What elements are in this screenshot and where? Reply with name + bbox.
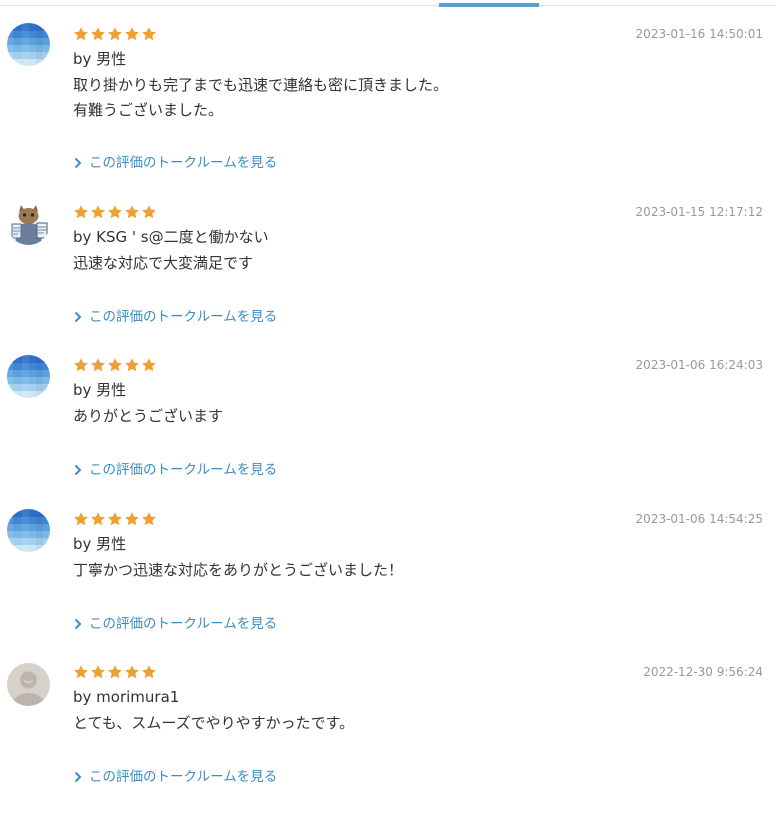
star-icon: [73, 204, 89, 220]
talkroom-link[interactable]: この評価のトークルームを見る: [73, 769, 277, 785]
chevron-right-icon: [73, 464, 83, 476]
review-comment: 取り掛かりも完了までも迅速で連絡も密に頂きました。 有難うございました。: [73, 76, 449, 119]
review-date: 2023-01-16 14:50:01: [635, 27, 763, 41]
review-comment: 迅速な対応で大変満足です: [73, 254, 254, 272]
review-comment: 丁寧かつ迅速な対応をありがとうございました！: [73, 561, 404, 579]
tab-divider: [0, 5, 776, 6]
review-item: 2023-01-06 14:54:25 by 男性 丁寧かつ迅速な対応をありがと…: [0, 511, 776, 661]
star-icon: [124, 204, 140, 220]
star-icon: [124, 26, 140, 42]
talkroom-link-label: この評価のトークルームを見る: [89, 616, 278, 632]
star-rating: [73, 26, 157, 42]
reviewer-avatar[interactable]: [7, 509, 50, 552]
star-icon: [141, 357, 157, 373]
chevron-right-icon: [73, 157, 83, 169]
star-icon: [90, 664, 106, 680]
review-date: 2022-12-30 9:56:24: [643, 665, 763, 679]
reviewer-avatar[interactable]: [7, 23, 50, 66]
reviewer-avatar[interactable]: [7, 202, 50, 245]
star-icon: [107, 204, 123, 220]
star-icon: [107, 26, 123, 42]
chevron-right-icon: [73, 311, 83, 323]
star-rating: [73, 357, 157, 373]
star-icon: [107, 511, 123, 527]
review-item: 2023-01-16 14:50:01 by 男性 取り掛かりも完了までも迅速で…: [0, 26, 776, 176]
star-icon: [90, 511, 106, 527]
reviewer-name: by KSG ' s@二度と働かない: [73, 228, 269, 246]
reviewer-avatar[interactable]: [7, 355, 50, 398]
review-comment: とても、スムーズでやりやすかったです。: [73, 714, 355, 732]
star-icon: [141, 26, 157, 42]
star-icon: [73, 511, 89, 527]
active-tab-indicator: [439, 3, 539, 7]
review-date: 2023-01-15 12:17:12: [635, 205, 763, 219]
talkroom-link[interactable]: この評価のトークルームを見る: [73, 155, 277, 171]
star-rating: [73, 204, 157, 220]
review-item: 2023-01-15 12:17:12 by KSG ' s@二度と働かない 迅…: [0, 204, 776, 354]
star-icon: [141, 511, 157, 527]
star-icon: [107, 664, 123, 680]
talkroom-link[interactable]: この評価のトークルームを見る: [73, 309, 277, 325]
star-icon: [141, 204, 157, 220]
talkroom-link[interactable]: この評価のトークルームを見る: [73, 616, 277, 632]
talkroom-link-label: この評価のトークルームを見る: [89, 769, 278, 785]
star-icon: [124, 511, 140, 527]
star-rating: [73, 664, 157, 680]
reviewer-name: by 男性: [73, 50, 127, 68]
review-comment: ありがとうございます: [73, 407, 224, 425]
talkroom-link-label: この評価のトークルームを見る: [89, 309, 278, 325]
review-item: 2023-01-06 16:24:03 by 男性 ありがとうございます この評…: [0, 357, 776, 507]
chevron-right-icon: [73, 618, 83, 630]
star-rating: [73, 511, 157, 527]
star-icon: [90, 204, 106, 220]
talkroom-link[interactable]: この評価のトークルームを見る: [73, 462, 277, 478]
talkroom-link-label: この評価のトークルームを見る: [89, 155, 278, 171]
reviewer-name: by morimura1: [73, 688, 180, 706]
star-icon: [107, 357, 123, 373]
star-icon: [90, 26, 106, 42]
talkroom-link-label: この評価のトークルームを見る: [89, 462, 278, 478]
star-icon: [73, 664, 89, 680]
reviewer-name: by 男性: [73, 535, 127, 553]
star-icon: [124, 664, 140, 680]
star-icon: [141, 664, 157, 680]
review-date: 2023-01-06 16:24:03: [635, 358, 763, 372]
review-date: 2023-01-06 14:54:25: [635, 512, 763, 526]
star-icon: [73, 357, 89, 373]
reviewer-avatar[interactable]: [7, 663, 50, 706]
star-icon: [90, 357, 106, 373]
reviewer-name: by 男性: [73, 381, 127, 399]
chevron-right-icon: [73, 771, 83, 783]
star-icon: [124, 357, 140, 373]
star-icon: [73, 26, 89, 42]
review-item: 2022-12-30 9:56:24 by morimura1 とても、スムーズ…: [0, 664, 776, 814]
